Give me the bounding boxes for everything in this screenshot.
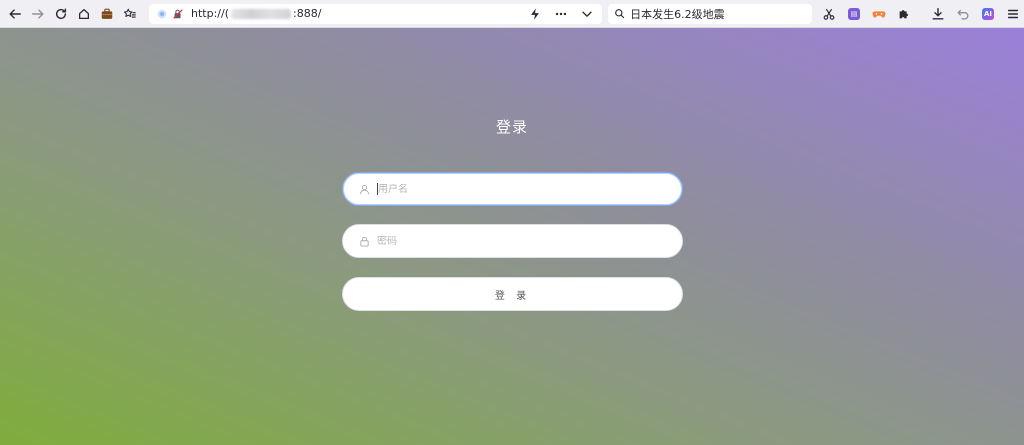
url-prefix: http:// bbox=[191, 7, 225, 20]
scissors-icon bbox=[823, 8, 835, 20]
undo-icon bbox=[957, 9, 969, 19]
download-icon bbox=[932, 7, 944, 20]
address-bar[interactable]: http://( :888/ bbox=[149, 3, 603, 25]
back-button[interactable] bbox=[4, 3, 26, 25]
url-suffix: :888/ bbox=[293, 7, 322, 20]
search-text: 日本发生6.2级地震 bbox=[630, 7, 725, 21]
url-dropdown-button[interactable] bbox=[576, 3, 598, 25]
gamepad-icon bbox=[872, 10, 886, 18]
chevron-down-icon bbox=[582, 11, 592, 17]
downloads-button[interactable] bbox=[927, 3, 949, 25]
page-actions-button[interactable] bbox=[550, 3, 572, 25]
reload-button[interactable] bbox=[50, 3, 72, 25]
username-field[interactable] bbox=[342, 172, 683, 206]
more-horizontal-icon bbox=[555, 12, 567, 15]
lock-icon bbox=[357, 234, 371, 248]
forward-button[interactable] bbox=[27, 3, 49, 25]
lightning-button[interactable] bbox=[524, 3, 546, 25]
screenshot-cut-button[interactable] bbox=[818, 3, 840, 25]
hamburger-menu-icon bbox=[1007, 9, 1019, 18]
toolbar-right: ▤ AI bbox=[818, 3, 1024, 25]
password-field[interactable] bbox=[342, 224, 683, 258]
nav-buttons bbox=[0, 3, 141, 25]
password-input[interactable] bbox=[377, 235, 667, 247]
search-icon bbox=[615, 9, 625, 19]
ai-icon: AI bbox=[982, 7, 994, 20]
browser-toolbar: http://( :888/ 日本发生6.2级地震 ▤ AI bbox=[0, 0, 1024, 28]
url-actions bbox=[524, 3, 598, 25]
briefcase-button[interactable] bbox=[96, 3, 118, 25]
user-icon bbox=[357, 182, 371, 196]
login-title: 登录 bbox=[495, 118, 528, 136]
extension-game-button[interactable] bbox=[868, 3, 890, 25]
home-button[interactable] bbox=[73, 3, 95, 25]
username-input[interactable] bbox=[378, 183, 668, 195]
url-redacted-host bbox=[231, 8, 291, 19]
insecure-lock-icon[interactable] bbox=[171, 7, 185, 21]
url-partial: ( bbox=[224, 7, 229, 20]
puzzle-icon bbox=[899, 9, 908, 18]
extensions-button[interactable] bbox=[893, 3, 915, 25]
briefcase-icon bbox=[101, 8, 113, 19]
site-identity-icon[interactable] bbox=[155, 7, 169, 21]
login-submit-button[interactable]: 登 录 bbox=[342, 277, 683, 311]
lightning-icon bbox=[531, 7, 540, 20]
extension-purple-button[interactable]: ▤ bbox=[843, 3, 865, 25]
search-bar[interactable]: 日本发生6.2级地震 bbox=[608, 3, 812, 24]
ai-assistant-button[interactable]: AI bbox=[977, 3, 999, 25]
home-icon bbox=[78, 8, 90, 19]
login-page: 登录 登 录 bbox=[0, 28, 1024, 445]
app-menu-button[interactable] bbox=[1002, 3, 1024, 25]
star-list-icon bbox=[123, 8, 136, 18]
url-text[interactable]: http://( :888/ bbox=[191, 7, 321, 20]
reload-icon bbox=[55, 7, 67, 19]
arrow-right-icon bbox=[32, 8, 44, 19]
arrow-left-icon bbox=[9, 8, 21, 19]
undo-button[interactable] bbox=[952, 3, 974, 25]
extension-book-icon: ▤ bbox=[848, 7, 860, 20]
bookmarks-star-button[interactable] bbox=[119, 3, 141, 25]
